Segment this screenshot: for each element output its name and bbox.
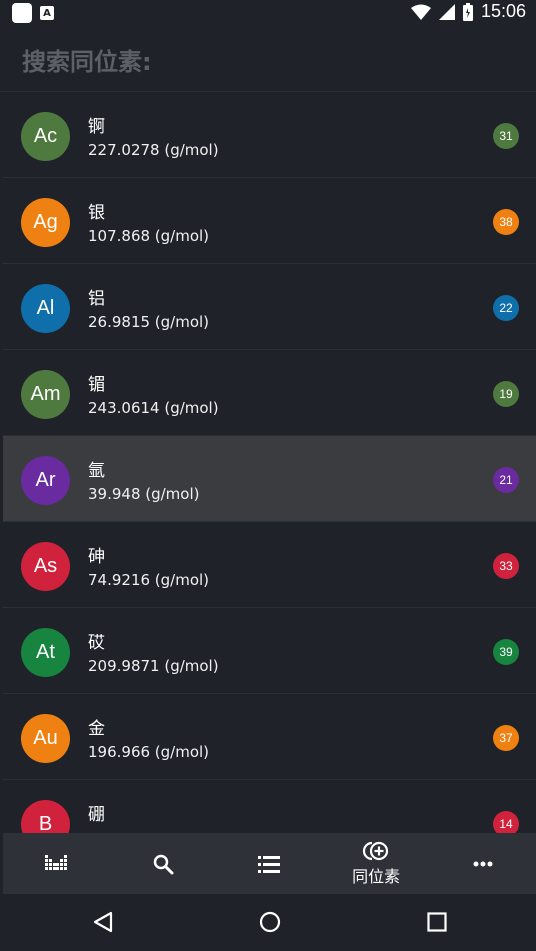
search-prompt[interactable]: 搜索同位素:: [22, 42, 152, 77]
nav-isotopes-label: 同位素: [352, 867, 401, 886]
bottom-navigation: 同位素: [3, 833, 536, 894]
element-avatar: At: [21, 628, 70, 677]
isotope-icon: [363, 841, 389, 861]
status-time: 15:06: [480, 1, 526, 21]
element-name: 银: [88, 203, 105, 223]
back-icon[interactable]: [93, 911, 113, 933]
search-icon: [153, 854, 174, 874]
element-mass: 74.9216 (g/mol): [88, 571, 210, 589]
notification-a-icon: A: [40, 6, 54, 20]
element-avatar: Ar: [21, 456, 70, 505]
nav-search[interactable]: [110, 833, 217, 894]
element-mass: 196.966 (g/mol): [88, 743, 210, 761]
element-mass: 26.9815 (g/mol): [88, 313, 210, 331]
isotope-count-badge: 21: [493, 467, 519, 493]
isotope-count-badge: 31: [493, 123, 519, 149]
isotope-count-badge: 22: [493, 295, 519, 321]
status-bar: A 15:06: [0, 0, 536, 25]
element-avatar: As: [21, 542, 70, 591]
element-avatar: B: [21, 800, 70, 833]
list-item-as[interactable]: As 砷 74.9216 (g/mol) 33: [3, 522, 536, 608]
isotope-count-badge: 19: [493, 381, 519, 407]
element-list[interactable]: Ac 锕 227.0278 (g/mol) 31 Ag 银 107.868 (g…: [0, 92, 536, 833]
more-icon: [473, 861, 493, 866]
element-name: 锕: [88, 117, 105, 137]
element-name: 铝: [88, 289, 105, 309]
isotope-count-badge: 37: [493, 725, 519, 751]
notification-app-icon: [12, 3, 32, 23]
element-avatar: Ag: [21, 198, 70, 247]
system-navigation-bar: [0, 894, 536, 951]
element-mass: 243.0614 (g/mol): [88, 399, 219, 417]
element-mass: 227.0278 (g/mol): [88, 141, 219, 159]
isotope-count-badge: 14: [493, 811, 519, 833]
element-avatar: Ac: [21, 112, 70, 161]
list-item-ar[interactable]: Ar 氩 39.948 (g/mol) 21: [3, 436, 536, 522]
signal-icon: [438, 3, 455, 20]
isotope-count-badge: 39: [493, 639, 519, 665]
element-avatar: Au: [21, 714, 70, 763]
nav-more[interactable]: [429, 833, 536, 894]
list-item-at[interactable]: At 砹 209.9871 (g/mol) 39: [3, 608, 536, 694]
element-avatar: Al: [21, 284, 70, 333]
list-item-au[interactable]: Au 金 196.966 (g/mol) 37: [3, 694, 536, 780]
list-icon: [258, 855, 281, 873]
element-mass: 209.9871 (g/mol): [88, 657, 219, 675]
element-name: 硼: [88, 805, 105, 825]
battery-icon: [462, 2, 473, 21]
list-item-al[interactable]: Al 铝 26.9815 (g/mol) 22: [3, 264, 536, 350]
nav-list[interactable]: [216, 833, 323, 894]
element-avatar: Am: [21, 370, 70, 419]
element-name: 砷: [88, 547, 105, 567]
list-item-am[interactable]: Am 镅 243.0614 (g/mol) 19: [3, 350, 536, 436]
element-name: 镅: [88, 375, 105, 395]
list-item-ag[interactable]: Ag 银 107.868 (g/mol) 38: [3, 178, 536, 264]
isotope-count-badge: 33: [493, 553, 519, 579]
isotope-count-badge: 38: [493, 209, 519, 235]
periodic-table-icon: [45, 854, 68, 870]
element-name: 金: [88, 719, 105, 739]
recents-icon[interactable]: [427, 912, 447, 932]
list-item-b[interactable]: B 硼 14: [3, 780, 536, 833]
nav-periodic-table[interactable]: [3, 833, 110, 894]
element-name: 砹: [88, 633, 105, 653]
wifi-icon: [410, 4, 431, 20]
element-name: 氩: [88, 461, 105, 481]
home-icon[interactable]: [259, 911, 281, 933]
list-item-ac[interactable]: Ac 锕 227.0278 (g/mol) 31: [3, 92, 536, 178]
nav-isotopes[interactable]: 同位素: [323, 833, 430, 894]
element-mass: 107.868 (g/mol): [88, 227, 210, 245]
element-mass: 39.948 (g/mol): [88, 485, 200, 503]
